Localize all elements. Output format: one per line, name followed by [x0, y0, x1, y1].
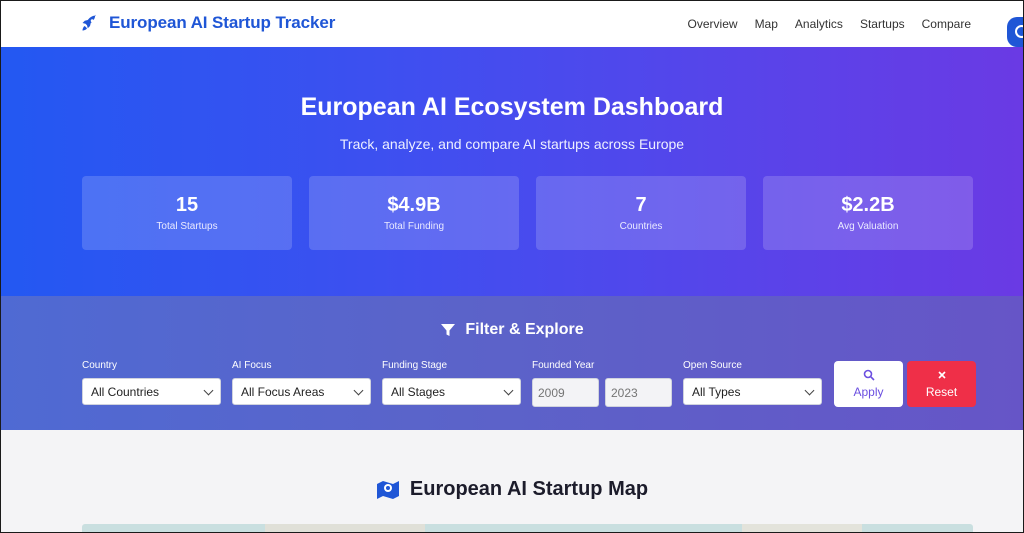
top-navbar: European AI Startup Tracker Overview Map… [1, 1, 1023, 47]
country-label: Country [82, 360, 118, 371]
stat-label: Countries [619, 221, 663, 232]
map-canvas[interactable] [82, 524, 973, 532]
stat-card-total-funding: $4.9B Total Funding [309, 176, 519, 250]
stat-value: 7 [635, 194, 647, 216]
filter-header: Filter & Explore [1, 321, 1023, 339]
focus-select-value: All Focus Areas [241, 384, 325, 399]
stats-row: 15 Total Startups $4.9B Total Funding 7 … [82, 176, 973, 250]
stat-card-total-startups: 15 Total Startups [82, 176, 292, 250]
map-marker-icon [376, 480, 399, 499]
chevron-down-icon [804, 385, 815, 395]
hero-section: European AI Ecosystem Dashboard Track, a… [1, 47, 1023, 296]
open-source-select[interactable]: All Types [683, 378, 822, 405]
country-filter: Country All Countries [82, 360, 221, 405]
year-from-input[interactable] [532, 378, 599, 407]
filter-section: Filter & Explore Country All Countries A… [1, 296, 1023, 430]
stat-label: Total Funding [383, 221, 445, 232]
nav-links: Overview Map Analytics Startups Compare [688, 17, 971, 31]
stat-label: Avg Valuation [837, 221, 899, 232]
apply-button-label: Apply [853, 385, 884, 399]
map-header: European AI Startup Map [1, 478, 1023, 501]
open-source-filter: Open Source All Types [683, 360, 822, 405]
stat-value: $4.9B [387, 194, 441, 216]
stat-value: 15 [175, 194, 199, 216]
stat-card-avg-valuation: $2.2B Avg Valuation [763, 176, 973, 250]
hero-title: European AI Ecosystem Dashboard [300, 93, 724, 121]
map-land [265, 524, 425, 532]
nav-link-map[interactable]: Map [755, 17, 778, 31]
stat-value: $2.2B [841, 194, 895, 216]
map-land [742, 524, 862, 532]
map-title: European AI Startup Map [409, 478, 649, 500]
reset-button-label: Reset [925, 385, 958, 399]
year-to-input[interactable] [605, 378, 672, 407]
brand[interactable]: European AI Startup Tracker [81, 13, 335, 33]
focus-filter: AI Focus All Focus Areas [232, 360, 371, 405]
nav-link-overview[interactable]: Overview [688, 17, 738, 31]
apply-button[interactable]: Apply [834, 361, 903, 407]
map-section: European AI Startup Map [1, 430, 1023, 532]
open-source-label: Open Source [683, 360, 742, 371]
open-source-select-value: All Types [692, 384, 741, 399]
close-icon [937, 371, 946, 379]
focus-select[interactable]: All Focus Areas [232, 378, 371, 405]
stage-select[interactable]: All Stages [382, 378, 521, 405]
brand-title: European AI Startup Tracker [109, 13, 336, 32]
year-range [532, 378, 672, 407]
hero-subtitle: Track, analyze, and compare AI startups … [339, 136, 685, 152]
year-label: Founded Year [532, 360, 595, 371]
search-icon [863, 369, 875, 381]
filter-title: Filter & Explore [465, 321, 584, 338]
nav-link-analytics[interactable]: Analytics [795, 17, 843, 31]
app-window: European AI Startup Tracker Overview Map… [0, 0, 1024, 533]
stage-label: Funding Stage [382, 360, 448, 371]
reset-button[interactable]: Reset [907, 361, 976, 407]
country-select-value: All Countries [91, 384, 160, 399]
nav-link-compare[interactable]: Compare [922, 17, 971, 31]
stage-select-value: All Stages [391, 384, 446, 399]
rocket-icon [82, 14, 96, 31]
filter-funnel-icon [441, 324, 456, 336]
stat-label: Total Startups [156, 221, 218, 232]
chevron-down-icon [203, 385, 214, 395]
floating-action-button[interactable] [1007, 17, 1023, 47]
country-select[interactable]: All Countries [82, 378, 221, 405]
chevron-down-icon [503, 385, 514, 395]
stage-filter: Funding Stage All Stages [382, 360, 521, 405]
chevron-down-icon [353, 385, 364, 395]
stat-card-countries: 7 Countries [536, 176, 746, 250]
focus-label: AI Focus [232, 360, 272, 371]
nav-link-startups[interactable]: Startups [860, 17, 905, 31]
year-filter: Founded Year [532, 360, 672, 407]
